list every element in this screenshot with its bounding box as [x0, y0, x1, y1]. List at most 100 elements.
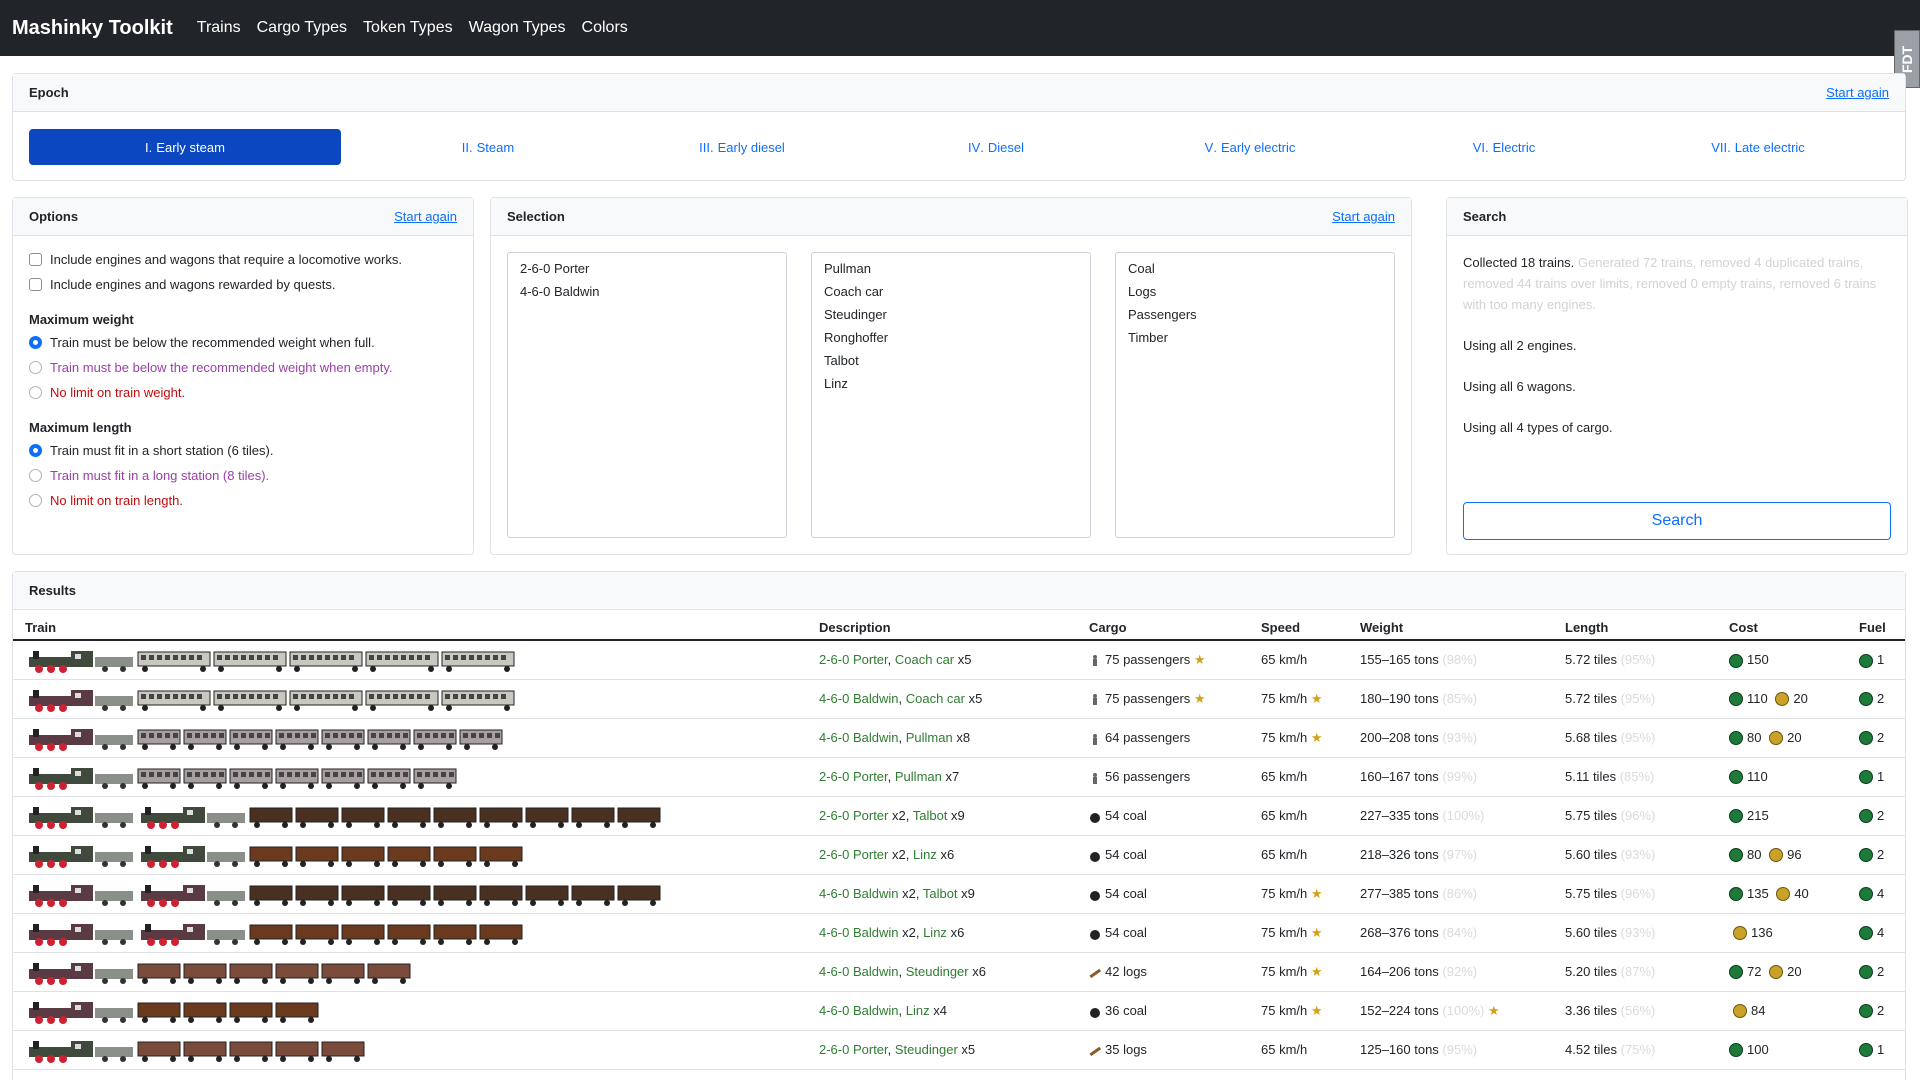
epoch-button[interactable]: III. Early diesel — [619, 129, 865, 165]
wagon-link[interactable]: Pullman — [895, 769, 942, 784]
table-row[interactable]: 2-6-0 Porter, Steudinger x5 35 logs 65 k… — [13, 1030, 1905, 1070]
search-button[interactable]: Search — [1463, 502, 1891, 540]
col-description[interactable]: Description — [807, 610, 1077, 641]
engine-count: x2 — [898, 886, 916, 901]
wagon-link[interactable]: Pullman — [906, 730, 953, 745]
radio-length-none[interactable]: No limit on train length. — [29, 493, 457, 508]
engines-list[interactable]: 2-6-0 Porter 4-6-0 Baldwin — [507, 252, 787, 538]
table-row[interactable]: 4-6-0 Baldwin, Steudinger x6 42 logs 75 … — [13, 952, 1905, 992]
list-option[interactable]: Timber — [1128, 330, 1382, 353]
col-fuel[interactable]: Fuel — [1847, 610, 1905, 641]
list-option[interactable]: Logs — [1128, 284, 1382, 307]
col-cargo[interactable]: Cargo — [1077, 610, 1249, 641]
wagons-list[interactable]: Pullman Coach car Steudinger Ronghoffer Talb… — [811, 252, 1091, 538]
engine-link[interactable]: 2-6-0 Porter — [819, 652, 888, 667]
table-row[interactable]: 4-6-0 Baldwin x2, Linz x6 54 coal 75 km/… — [13, 913, 1905, 953]
wagon-link[interactable]: Linz — [906, 1003, 930, 1018]
train-sprites — [13, 679, 807, 719]
list-option[interactable]: 2-6-0 Porter — [520, 261, 774, 284]
engine-link[interactable]: 4-6-0 Baldwin — [819, 886, 899, 901]
train-weight: 200–208 tons (93%) — [1348, 718, 1553, 758]
list-option[interactable]: Coal — [1128, 261, 1382, 284]
selection-start-again-link[interactable]: Start again — [1332, 209, 1395, 224]
epoch-start-again-link[interactable]: Start again — [1826, 85, 1889, 100]
list-option[interactable]: Coach car — [824, 284, 1078, 307]
weight-value: 268–376 tons — [1360, 925, 1439, 940]
engine-link[interactable]: 2-6-0 Porter — [819, 847, 888, 862]
table-row[interactable]: 2-6-0 Porter x2, Linz x6 54 coal 65 km/h… — [13, 835, 1905, 875]
radio-button[interactable] — [29, 336, 42, 349]
radio-weight-empty[interactable]: Train must be below the recommended weig… — [29, 360, 457, 375]
table-row[interactable]: 2-6-0 Porter, Pullman x7 56 passengers 6… — [13, 757, 1905, 797]
cargo-list[interactable]: Coal Logs Passengers Timber — [1115, 252, 1395, 538]
nav-token-types[interactable]: Token Types — [363, 19, 453, 37]
nav-cargo-types[interactable]: Cargo Types — [257, 19, 347, 37]
radio-button[interactable] — [29, 494, 42, 507]
engine-link[interactable]: 4-6-0 Baldwin — [819, 691, 899, 706]
engine-link[interactable]: 4-6-0 Baldwin — [819, 730, 899, 745]
search-title: Search — [1463, 209, 1507, 224]
col-cost[interactable]: Cost — [1717, 610, 1847, 641]
col-train[interactable]: Train — [13, 610, 807, 641]
list-option[interactable]: Passengers — [1128, 307, 1382, 330]
fuel-token-icon — [1859, 887, 1873, 902]
options-start-again-link[interactable]: Start again — [394, 209, 457, 224]
table-row[interactable]: 4-6-0 Baldwin, Pullman x8 64 passengers … — [13, 718, 1905, 758]
epoch-button[interactable]: IV. Diesel — [873, 129, 1119, 165]
col-weight[interactable]: Weight — [1348, 610, 1553, 641]
table-row[interactable]: 2-6-0 Porter, Coach car x5 75 passengers… — [13, 640, 1905, 680]
wagon-link[interactable]: Steudinger — [895, 1042, 958, 1057]
radio-button[interactable] — [29, 444, 42, 457]
epoch-button[interactable]: VI. Electric — [1381, 129, 1627, 165]
epoch-button[interactable]: VII. Late electric — [1635, 129, 1881, 165]
table-row[interactable]: 2-6-0 Porter x2, Talbot x9 54 coal 65 km… — [13, 796, 1905, 836]
col-speed[interactable]: Speed — [1249, 610, 1348, 641]
col-length[interactable]: Length — [1553, 610, 1717, 641]
wagon-link[interactable]: Talbot — [913, 808, 948, 823]
table-row[interactable]: 4-6-0 Baldwin, Coach car x5 75 passenger… — [13, 679, 1905, 719]
epoch-button[interactable]: I. Early steam — [29, 129, 341, 165]
length-percent: (75%) — [1620, 1042, 1656, 1057]
locomotive-sprite — [29, 767, 133, 790]
engine-link[interactable]: 4-6-0 Baldwin — [819, 925, 899, 940]
wagon-link[interactable]: Coach car — [895, 652, 954, 667]
radio-length-long[interactable]: Train must fit in a long station (8 tile… — [29, 468, 457, 483]
radio-button[interactable] — [29, 469, 42, 482]
list-option[interactable]: Steudinger — [824, 307, 1078, 330]
epoch-button[interactable]: V. Early electric — [1127, 129, 1373, 165]
epoch-button[interactable]: II. Steam — [365, 129, 611, 165]
wagon-link[interactable]: Talbot — [923, 886, 958, 901]
wagon-link[interactable]: Linz — [923, 925, 947, 940]
nav-wagon-types[interactable]: Wagon Types — [469, 19, 566, 37]
radio-weight-full[interactable]: Train must be below the recommended weig… — [29, 335, 457, 350]
wagon-link[interactable]: Linz — [913, 847, 937, 862]
checkbox-box[interactable] — [29, 253, 42, 266]
engine-link[interactable]: 2-6-0 Porter — [819, 769, 888, 784]
nav-trains[interactable]: Trains — [197, 19, 241, 37]
radio-button[interactable] — [29, 386, 42, 399]
engine-link[interactable]: 2-6-0 Porter — [819, 808, 888, 823]
brand[interactable]: Mashinky Toolkit — [12, 17, 173, 40]
checkbox-box[interactable] — [29, 278, 42, 291]
checkbox-locomotive-works[interactable]: Include engines and wagons that require … — [29, 252, 457, 267]
star-icon: ★ — [1310, 963, 1323, 979]
nav-colors[interactable]: Colors — [582, 19, 628, 37]
table-row[interactable]: 4-6-0 Baldwin, Linz x4 36 coal 75 km/h ★… — [13, 991, 1905, 1031]
list-option[interactable]: 4-6-0 Baldwin — [520, 284, 774, 307]
checkbox-quests[interactable]: Include engines and wagons rewarded by q… — [29, 277, 457, 292]
search-card: Search Collected 18 trains. Generated 72… — [1446, 197, 1908, 555]
table-row[interactable]: 4-6-0 Baldwin x2, Talbot x9 54 coal 75 k… — [13, 874, 1905, 914]
list-option[interactable]: Ronghoffer — [824, 330, 1078, 353]
radio-weight-none[interactable]: No limit on train weight. — [29, 385, 457, 400]
wagon-link[interactable]: Steudinger — [906, 964, 969, 979]
list-option[interactable]: Talbot — [824, 353, 1078, 376]
engine-link[interactable]: 4-6-0 Baldwin — [819, 964, 899, 979]
radio-button[interactable] — [29, 361, 42, 374]
radio-length-short[interactable]: Train must fit in a short station (6 til… — [29, 443, 457, 458]
list-option[interactable]: Pullman — [824, 261, 1078, 284]
wagon-link[interactable]: Coach car — [906, 691, 965, 706]
list-option[interactable]: Linz — [824, 376, 1078, 399]
engine-link[interactable]: 2-6-0 Porter — [819, 1042, 888, 1057]
options-title: Options — [29, 209, 79, 224]
engine-link[interactable]: 4-6-0 Baldwin — [819, 1003, 899, 1018]
